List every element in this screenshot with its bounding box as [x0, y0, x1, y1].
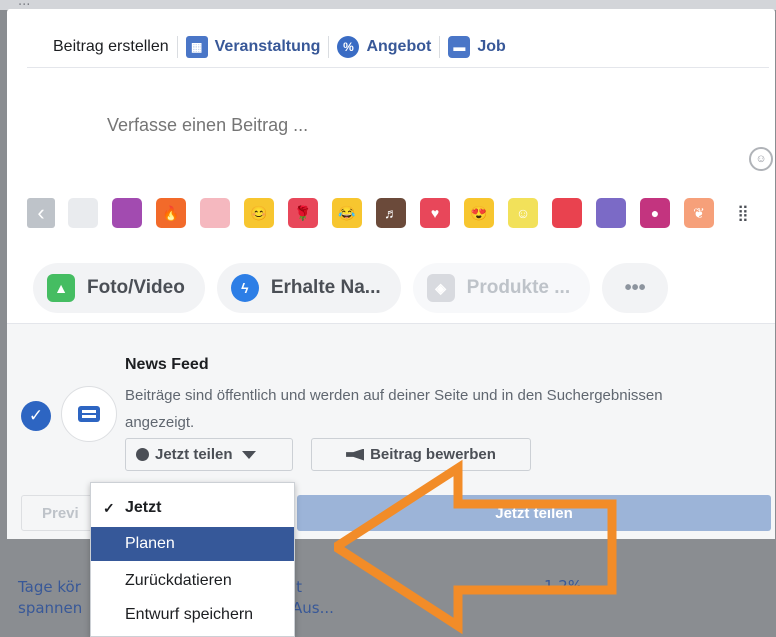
photo-icon: ▲ [47, 274, 75, 302]
products-button[interactable]: ◈ Produkte ... [412, 263, 591, 313]
swatch-rose[interactable]: 🌹 [288, 198, 318, 228]
swatch-gradient[interactable]: ● [640, 198, 670, 228]
news-feed-description: Beiträge sind öffentlich und werden auf … [125, 387, 663, 431]
clock-icon [136, 448, 149, 461]
percent-badge-icon: % [337, 36, 360, 58]
swatch-heart-eyes[interactable]: 😍 [464, 198, 494, 228]
background-line: Aus... [292, 599, 334, 617]
check-icon: ✓ [103, 499, 115, 516]
menu-item-save-draft[interactable]: Entwurf speichern [91, 598, 294, 632]
swatch-pink[interactable] [200, 198, 230, 228]
menu-item-now-label: Jetzt [125, 499, 162, 516]
menu-item-now[interactable]: ✓ Jetzt [91, 491, 294, 525]
messenger-button[interactable]: ϟ Erhalte Na... [216, 263, 401, 313]
tag-icon: ◈ [426, 274, 455, 302]
swatch-white[interactable] [68, 198, 98, 228]
caret-down-icon [241, 450, 256, 459]
photo-video-label: Foto/Video [87, 277, 185, 298]
emoji-picker-icon[interactable]: ☺ [749, 147, 773, 171]
composer-actions: ▲ Foto/Video ϟ Erhalte Na... ◈ Produkte … [33, 263, 680, 313]
background-line: it [292, 578, 303, 596]
more-options-button[interactable]: ••• [602, 263, 669, 313]
tab-job-label: Job [477, 38, 506, 55]
post-text-input[interactable] [107, 115, 667, 136]
share-timing-dropdown[interactable]: Jetzt teilen [125, 438, 293, 471]
swatch-violet[interactable] [596, 198, 626, 228]
swatch-brown[interactable]: ♬ [376, 198, 406, 228]
background-line: Tage kör [18, 578, 81, 596]
tab-event[interactable]: ▦ Veranstaltung [178, 32, 329, 62]
menu-item-schedule[interactable]: Planen [91, 527, 294, 561]
composer-tabs: Beitrag erstellen ▦ Veranstaltung % Ange… [31, 31, 514, 63]
swatch-yellow[interactable]: ☺ [508, 198, 538, 228]
swatch-laugh[interactable]: 😂 [332, 198, 362, 228]
swatch-fire[interactable]: 🔥 [156, 198, 186, 228]
photo-video-button[interactable]: ▲ Foto/Video [33, 263, 205, 313]
tab-offer-label: Angebot [366, 38, 432, 55]
menu-item-backdate-label: Zurückdatieren [125, 572, 232, 589]
tabs-divider [27, 67, 769, 68]
background-text-left: Tage kör spannen [18, 577, 82, 619]
swatch-smiley[interactable]: 😊 [244, 198, 274, 228]
news-feed-title: News Feed [125, 356, 209, 373]
messenger-label: Erhalte Na... [270, 277, 381, 298]
share-timing-menu: ✓ Jetzt Planen Zurückdatieren Entwurf sp… [90, 482, 295, 637]
preview-label: Previ [42, 504, 79, 522]
chevron-left-icon[interactable]: ‹ [27, 198, 55, 228]
swatch-red[interactable] [552, 198, 582, 228]
menu-item-schedule-label: Planen [125, 535, 175, 552]
checkmark-icon[interactable]: ✓ [21, 401, 51, 431]
briefcase-icon: ▬ [448, 36, 471, 58]
swatch-peach[interactable]: ❦ [684, 198, 714, 228]
more-dots-icon: ••• [624, 276, 646, 299]
tab-create-post-label: Beitrag erstellen [53, 38, 169, 55]
tab-event-label: Veranstaltung [214, 38, 321, 55]
menu-item-backdate[interactable]: Zurückdatieren [91, 564, 294, 598]
share-timing-label: Jetzt teilen [155, 446, 233, 463]
tab-job[interactable]: ▬ Job [440, 32, 513, 62]
orange-arrow-shape [334, 459, 617, 635]
news-feed-icon [61, 386, 117, 442]
tab-create-post[interactable]: Beitrag erstellen [31, 32, 177, 62]
swatch-heart[interactable]: ♥ [420, 198, 450, 228]
tab-offer[interactable]: % Angebot [329, 32, 439, 62]
background-top-text: ... [18, 0, 31, 9]
swatch-purple[interactable] [112, 198, 142, 228]
calendar-icon: ▦ [185, 36, 208, 58]
background-line: spannen [18, 599, 83, 617]
annotation-arrow [334, 459, 617, 635]
menu-item-save-draft-label: Entwurf speichern [125, 606, 254, 623]
background-text-right: it Aus... [292, 577, 334, 619]
products-label: Produkte ... [466, 277, 571, 298]
messenger-icon: ϟ [230, 274, 259, 302]
background-swatches: ‹ 🔥 😊 🌹 😂 ♬ ♥ 😍 ☺ ● ❦ ⣿ [27, 190, 758, 236]
grid-icon[interactable]: ⣿ [728, 198, 758, 228]
